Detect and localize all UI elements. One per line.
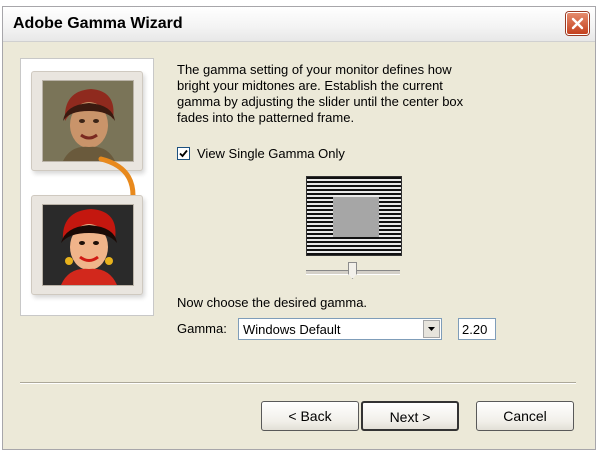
gamma-label: Gamma: [177, 321, 227, 336]
dropdown-arrow-icon [428, 327, 435, 331]
gamma-prompt: Now choose the desired gamma. [177, 295, 368, 310]
gamma-value-field[interactable]: 2.20 [458, 318, 496, 340]
gamma-center-box [333, 197, 379, 237]
cancel-button[interactable]: Cancel [476, 401, 574, 431]
dropdown-button[interactable] [423, 320, 440, 338]
window-title: Adobe Gamma Wizard [13, 15, 183, 32]
gamma-test-pattern [306, 176, 402, 256]
close-icon [571, 17, 584, 30]
gamma-dropdown[interactable]: Windows Default [238, 318, 442, 340]
portrait-after [42, 204, 134, 286]
single-gamma-option[interactable]: View Single Gamma Only [177, 146, 345, 161]
instructions-text: The gamma setting of your monitor define… [177, 62, 464, 125]
single-gamma-label: View Single Gamma Only [197, 146, 345, 161]
button-divider [20, 382, 576, 384]
portrait-before [42, 80, 134, 162]
check-icon [179, 149, 188, 158]
single-gamma-checkbox[interactable] [177, 147, 190, 160]
back-button[interactable]: < Back [261, 401, 359, 431]
next-button[interactable]: Next > [361, 401, 459, 431]
close-button[interactable] [566, 12, 589, 35]
gamma-dropdown-value: Windows Default [243, 322, 341, 337]
monitor-after [31, 195, 143, 295]
monitor-illustration [20, 58, 154, 316]
title-bar[interactable]: Adobe Gamma Wizard [3, 7, 595, 42]
